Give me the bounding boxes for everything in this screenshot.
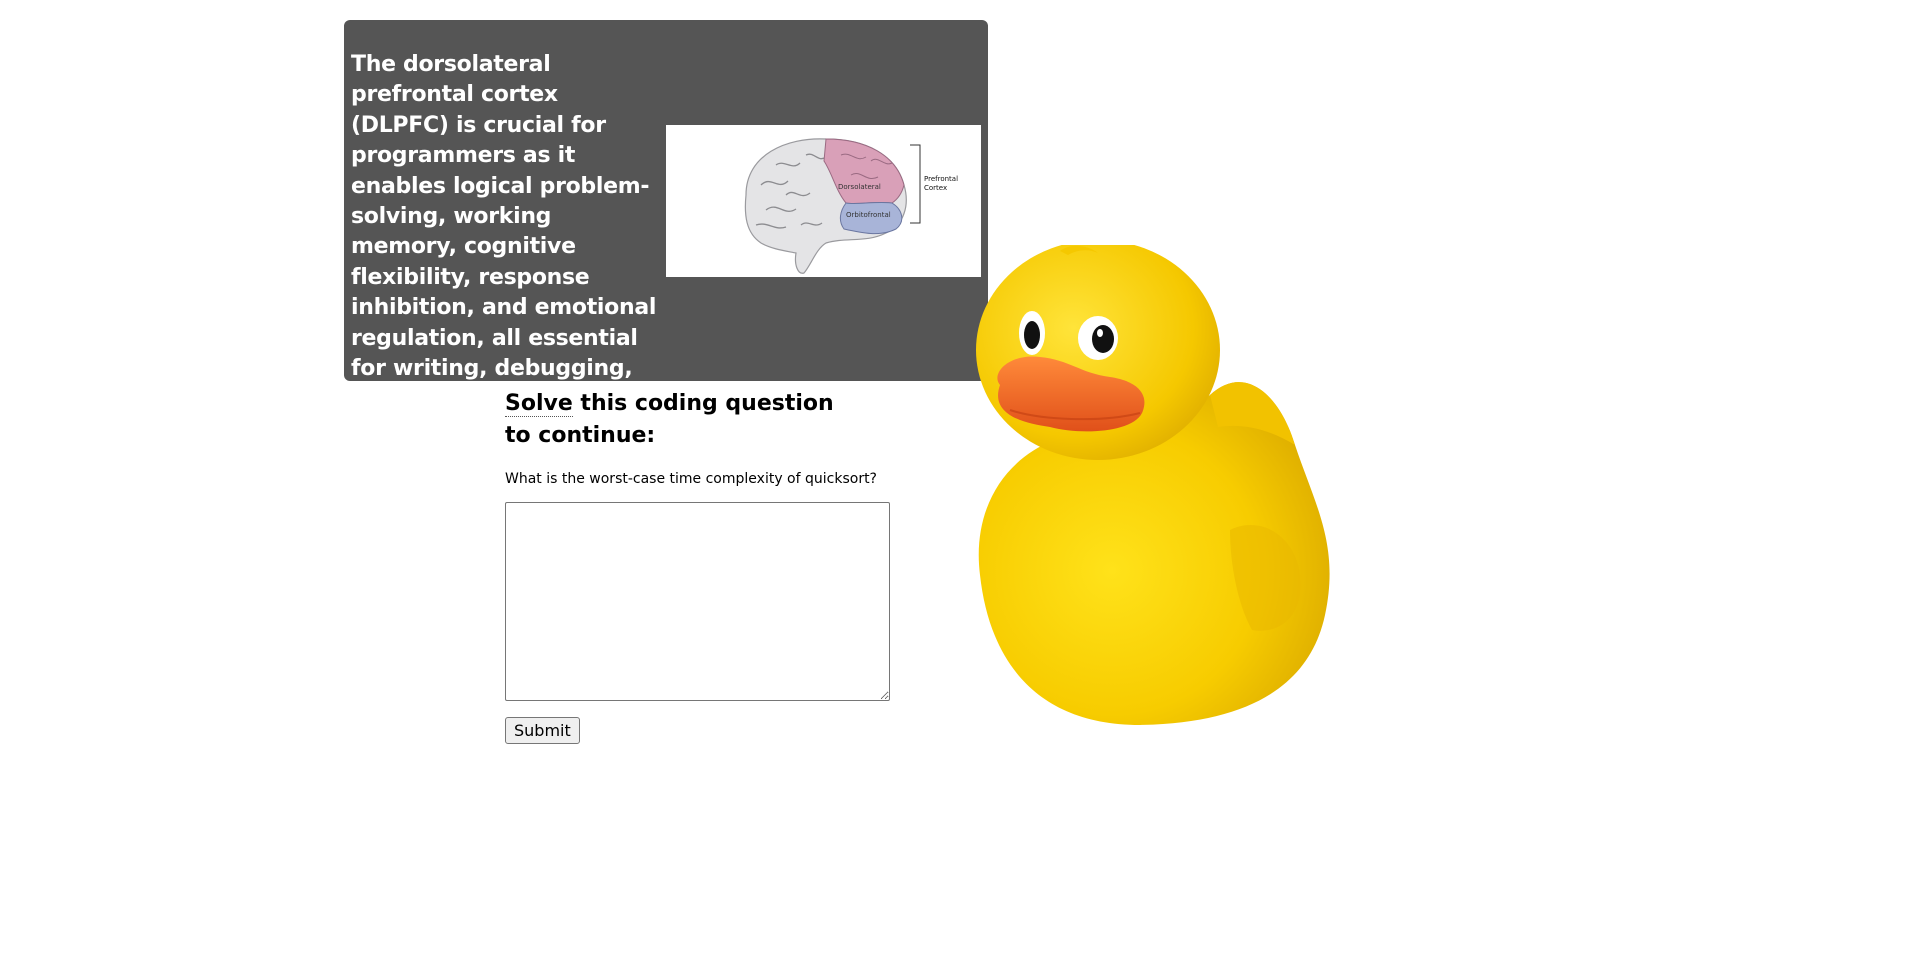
- prefrontal-label-line1: Prefrontal: [924, 175, 958, 183]
- brain-diagram-image: Dorsolateral Orbitofrontal Prefrontal Co…: [666, 125, 981, 277]
- page: The dorsolateral prefrontal cortex (DLPF…: [0, 0, 1910, 960]
- dorsolateral-label: Dorsolateral: [838, 183, 881, 191]
- rubber-duck-image: [976, 245, 1330, 725]
- quiz-title-first-word: Solve: [505, 391, 573, 417]
- quiz-question: What is the worst-case time complexity o…: [505, 471, 877, 487]
- coding-quiz: Solve this coding question to continue: …: [505, 388, 905, 744]
- quiz-title: Solve this coding question to continue:: [505, 388, 865, 452]
- answer-textarea[interactable]: [505, 502, 890, 701]
- submit-button[interactable]: Submit: [505, 717, 580, 744]
- prefrontal-label-line2: Cortex: [924, 184, 947, 192]
- brain-icon: Dorsolateral Orbitofrontal Prefrontal Co…: [744, 138, 958, 274]
- info-panel: The dorsolateral prefrontal cortex (DLPF…: [344, 20, 988, 411]
- info-text: The dorsolateral prefrontal cortex (DLPF…: [351, 52, 657, 412]
- orbitofrontal-label: Orbitofrontal: [846, 211, 891, 219]
